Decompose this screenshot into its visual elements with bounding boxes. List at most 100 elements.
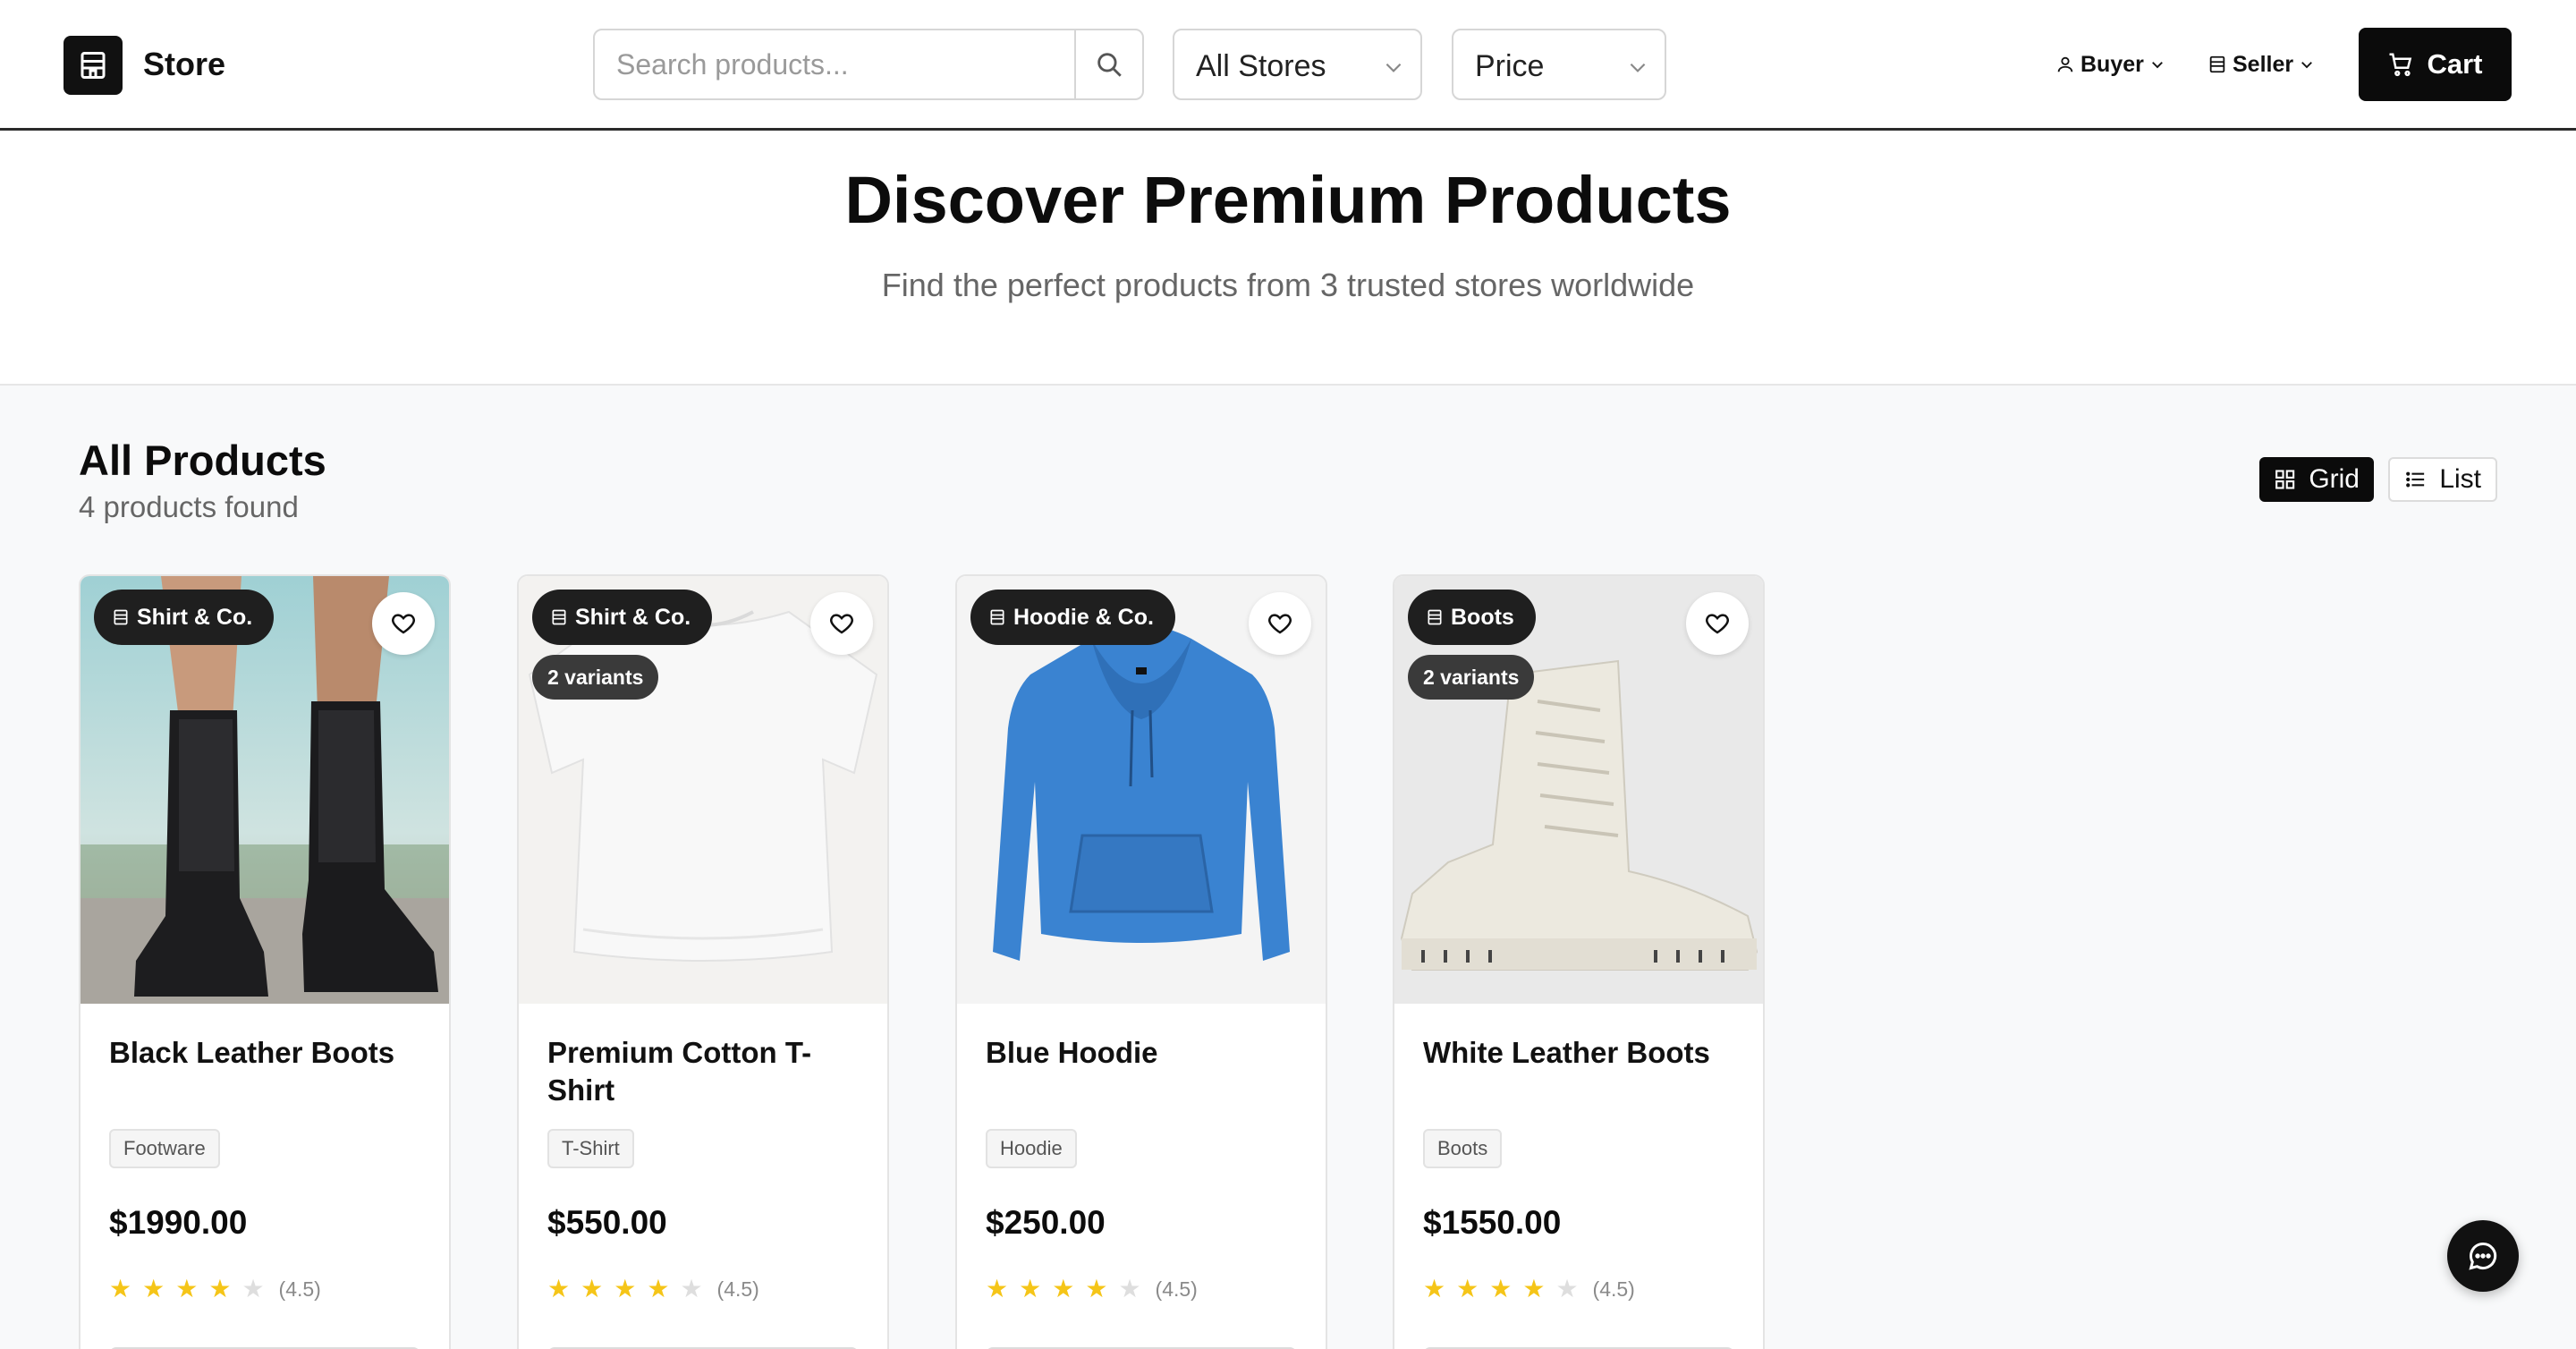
top-navbar: Store All Stores Price Buyer	[0, 0, 2576, 131]
category-badge: T-Shirt	[547, 1129, 634, 1168]
product-card[interactable]: Boots 2 variants White Leather Boots Boo…	[1393, 574, 1765, 1349]
star-icon: ★	[680, 1275, 703, 1302]
store-icon	[552, 609, 566, 625]
store-icon	[1428, 609, 1442, 625]
product-price: $550.00	[547, 1204, 667, 1241]
hero-subtitle: Find the perfect products from 3 trusted…	[881, 267, 1695, 303]
favorite-button[interactable]	[810, 592, 873, 655]
star-icon: ★	[1555, 1275, 1579, 1302]
star-icon: ★	[175, 1275, 199, 1302]
favorite-button[interactable]	[372, 592, 435, 655]
chevron-down-icon	[1630, 63, 1646, 72]
heart-icon	[830, 614, 853, 634]
store-name: Shirt & Co.	[137, 604, 253, 630]
rating-value: (4.5)	[278, 1277, 321, 1301]
product-name[interactable]: Blue Hoodie	[986, 1034, 1290, 1072]
store-filter-select[interactable]: All Stores	[1173, 29, 1422, 100]
heart-icon	[1706, 614, 1729, 634]
sort-filter-select[interactable]: Price	[1452, 29, 1666, 100]
search-input[interactable]	[595, 30, 1074, 98]
star-icon: ★	[1118, 1275, 1141, 1302]
category-badge: Footware	[109, 1129, 220, 1168]
store-name: Boots	[1451, 604, 1514, 630]
star-icon: ★	[1456, 1275, 1479, 1302]
store-logo-icon[interactable]	[64, 36, 123, 95]
cart-button[interactable]: Cart	[2359, 28, 2512, 101]
star-icon: ★	[580, 1275, 604, 1302]
store-icon	[990, 609, 1004, 625]
product-count: 4 products found	[79, 490, 299, 523]
category-badge: Boots	[1423, 1129, 1503, 1168]
product-card[interactable]: Shirt & Co. Black Leather Boots Footware…	[79, 574, 451, 1349]
product-name[interactable]: White Leather Boots	[1423, 1034, 1727, 1072]
store-badge: Shirt & Co.	[94, 590, 275, 645]
star-icon: ★	[647, 1275, 670, 1302]
star-icon: ★	[109, 1275, 132, 1302]
product-card[interactable]: Shirt & Co. 2 variants Premium Cotton T-…	[517, 574, 889, 1349]
star-icon: ★	[986, 1275, 1009, 1302]
rating-stars: ★ ★ ★ ★ ★ (4.5)	[1423, 1276, 1635, 1302]
category-badge: Hoodie	[986, 1129, 1077, 1168]
store-badge: Hoodie & Co.	[970, 590, 1175, 645]
grid-view-button[interactable]: Grid	[2259, 457, 2374, 502]
product-name[interactable]: Premium Cotton T-Shirt	[547, 1034, 852, 1109]
list-icon	[2406, 471, 2425, 488]
rating-stars: ★ ★ ★ ★ ★ (4.5)	[986, 1276, 1198, 1302]
store-icon	[2209, 55, 2225, 73]
heart-icon	[392, 614, 415, 634]
product-name[interactable]: Black Leather Boots	[109, 1034, 413, 1072]
chat-icon	[2469, 1242, 2497, 1270]
list-view-button[interactable]: List	[2388, 457, 2497, 502]
rating-value: (4.5)	[716, 1277, 759, 1301]
search-button[interactable]	[1074, 30, 1142, 98]
heart-icon	[1268, 614, 1292, 634]
star-icon: ★	[1423, 1275, 1446, 1302]
chat-button[interactable]	[2447, 1220, 2519, 1292]
star-icon: ★	[614, 1275, 637, 1302]
store-icon	[114, 609, 128, 625]
section-title: All Products	[79, 437, 326, 484]
hero-title: Discover Premium Products	[844, 163, 1732, 237]
product-price: $1550.00	[1423, 1204, 1562, 1241]
store-name: Shirt & Co.	[575, 604, 691, 630]
star-icon: ★	[1522, 1275, 1546, 1302]
grid-view-label: Grid	[2309, 464, 2360, 494]
rating-stars: ★ ★ ★ ★ ★ (4.5)	[109, 1276, 321, 1302]
rating-stars: ★ ★ ★ ★ ★ (4.5)	[547, 1276, 759, 1302]
product-card[interactable]: Hoodie & Co. Blue Hoodie Hoodie $250.00 …	[955, 574, 1327, 1349]
rating-value: (4.5)	[1592, 1277, 1635, 1301]
store-badge: Shirt & Co.	[532, 590, 713, 645]
star-icon: ★	[1019, 1275, 1042, 1302]
buyer-label: Buyer	[2080, 51, 2144, 77]
variants-badge: 2 variants	[532, 655, 659, 700]
chevron-down-icon	[2151, 62, 2163, 69]
star-icon: ★	[242, 1275, 265, 1302]
seller-label: Seller	[2233, 51, 2294, 77]
star-icon: ★	[1085, 1275, 1108, 1302]
brand-name[interactable]: Store	[143, 45, 225, 84]
variants-badge: 2 variants	[1408, 655, 1535, 700]
star-icon: ★	[208, 1275, 232, 1302]
buyer-menu[interactable]: Buyer	[2055, 47, 2165, 82]
products-section: All Products 4 products found Grid List	[0, 386, 2576, 1349]
seller-menu[interactable]: Seller	[2207, 47, 2315, 82]
chevron-down-icon	[1385, 63, 1402, 72]
chevron-down-icon	[2301, 62, 2313, 69]
list-view-label: List	[2439, 464, 2481, 494]
rating-value: (4.5)	[1155, 1277, 1198, 1301]
star-icon: ★	[142, 1275, 165, 1302]
store-name: Hoodie & Co.	[1013, 604, 1154, 630]
star-icon: ★	[1489, 1275, 1513, 1302]
search-icon	[1097, 53, 1122, 77]
star-icon: ★	[1052, 1275, 1075, 1302]
favorite-button[interactable]	[1249, 592, 1311, 655]
favorite-button[interactable]	[1686, 592, 1749, 655]
search-bar	[593, 29, 1144, 100]
star-icon: ★	[547, 1275, 571, 1302]
product-price: $250.00	[986, 1204, 1106, 1241]
product-price: $1990.00	[109, 1204, 248, 1241]
cart-icon	[2389, 53, 2412, 77]
cart-label: Cart	[2427, 48, 2483, 80]
sort-filter-value: Price	[1475, 49, 1545, 83]
store-badge: Boots	[1408, 590, 1536, 645]
